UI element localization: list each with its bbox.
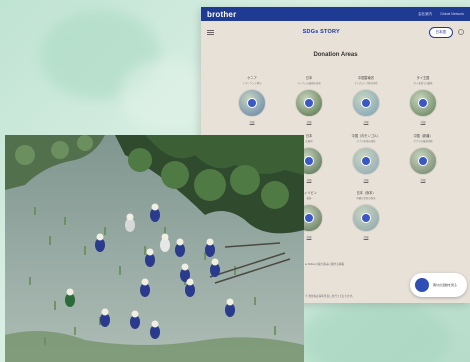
location-marker-icon xyxy=(362,99,370,107)
area-photo[interactable] xyxy=(295,89,323,117)
area-subtitle: 阿蘇の草原の保全 xyxy=(356,197,376,200)
location-marker-icon xyxy=(305,214,313,222)
worker-hat xyxy=(151,320,159,328)
worker-hat xyxy=(206,238,214,246)
area-name: ケニア xyxy=(247,76,257,80)
area-details-link[interactable]: 詳細 xyxy=(406,120,440,124)
location-marker-icon xyxy=(362,214,370,222)
area-photo[interactable] xyxy=(409,147,437,175)
worker-hat xyxy=(151,203,159,211)
area-name: タイ王国 xyxy=(416,76,430,80)
worker-hat xyxy=(176,238,184,246)
location-marker-icon xyxy=(305,157,313,165)
global-network-link[interactable]: Global Network xyxy=(440,12,464,16)
location-marker-icon xyxy=(248,99,256,107)
worker-hat xyxy=(141,278,149,286)
area-subtitle: タイ北部での植林 xyxy=(413,82,433,85)
location-marker-icon xyxy=(419,157,427,165)
company-link[interactable]: 会社案内 xyxy=(418,12,432,17)
worker-hat xyxy=(211,258,219,266)
section-title: Donation Areas xyxy=(313,52,358,58)
area-subtitle: マングローブ林の再生 xyxy=(354,82,378,85)
top-bar: brother 会社案内 Global Network xyxy=(201,7,470,21)
area-name: 中国（内モンゴル） xyxy=(351,134,381,138)
area-photo[interactable] xyxy=(352,147,380,175)
location-marker-icon xyxy=(419,99,427,107)
floating-donate-button[interactable]: 寄付の活動を見る xyxy=(410,273,467,297)
area-details-link[interactable]: 詳細 xyxy=(235,120,269,124)
donation-area-card[interactable]: 中国（内モンゴル） クブチ砂漠の緑化詳細 xyxy=(349,133,383,182)
area-photo[interactable] xyxy=(352,204,380,232)
mangrove-planting-photo xyxy=(5,135,304,362)
area-photo[interactable] xyxy=(238,89,266,117)
area-details-link[interactable]: 詳細 xyxy=(406,178,440,182)
area-name: 中国雲南省 xyxy=(358,76,374,80)
area-details-link[interactable]: 詳細 xyxy=(349,178,383,182)
area-subtitle: ベトナムの森林の保全 xyxy=(297,82,321,85)
area-photo[interactable] xyxy=(352,89,380,117)
sub-header: SDGs STORY 日本語 xyxy=(201,21,470,43)
worker-hat xyxy=(131,310,139,318)
note-line-2: ※ 寄付先は毎年見直しを行っております。 xyxy=(305,295,355,298)
area-subtitle: クブチ砂漠の緑化 xyxy=(356,140,376,143)
worker-hat xyxy=(96,233,104,241)
worker-hat xyxy=(146,248,154,256)
area-name: 日本（熊本） xyxy=(356,191,376,195)
location-marker-icon xyxy=(362,157,370,165)
worker-hat xyxy=(226,298,234,306)
area-details-link[interactable]: 詳細 xyxy=(349,235,383,239)
area-name: 日本 xyxy=(305,76,313,80)
brand-logo[interactable]: brother xyxy=(207,10,236,19)
donation-area-card[interactable]: 日本ベトナムの森林の保全詳細 xyxy=(292,75,326,124)
area-details-link[interactable]: 詳細 xyxy=(349,120,383,124)
area-name: 中国（新疆） xyxy=(413,134,433,138)
note-line-1: ※ SDGs の取り組みに関する情報 xyxy=(305,263,345,266)
area-subtitle: ポプラの植林活動 xyxy=(413,140,433,143)
floating-button-label: 寄付の活動を見る xyxy=(433,283,458,287)
worker-hat xyxy=(161,233,169,241)
donation-area-card[interactable]: 中国（新疆） ポプラの植林活動詳細 xyxy=(406,133,440,182)
donate-icon xyxy=(415,278,429,292)
area-subtitle: ソマリランド地方 xyxy=(242,82,262,85)
sdgs-story-logo[interactable]: SDGs STORY xyxy=(303,29,340,35)
area-details-link[interactable]: 詳細 xyxy=(292,120,326,124)
worker-hat xyxy=(181,263,189,271)
worker-hat xyxy=(126,213,134,221)
hamburger-menu-icon[interactable] xyxy=(207,29,214,35)
location-marker-icon xyxy=(305,99,313,107)
donation-area-card[interactable]: ケニアソマリランド地方詳細 xyxy=(235,75,269,124)
donation-area-card[interactable]: 中国雲南省マングローブ林の再生詳細 xyxy=(349,75,383,124)
worker-hat xyxy=(186,278,194,286)
settings-icon[interactable] xyxy=(458,29,464,35)
area-photo[interactable] xyxy=(409,89,437,117)
language-button[interactable]: 日本語 xyxy=(428,26,453,38)
donation-area-card[interactable]: タイ王国タイ北部での植林詳細 xyxy=(406,75,440,124)
donation-area-card[interactable]: 日本（熊本） 阿蘇の草原の保全詳細 xyxy=(349,190,383,239)
worker-hat xyxy=(101,308,109,316)
worker-hat xyxy=(66,288,74,296)
